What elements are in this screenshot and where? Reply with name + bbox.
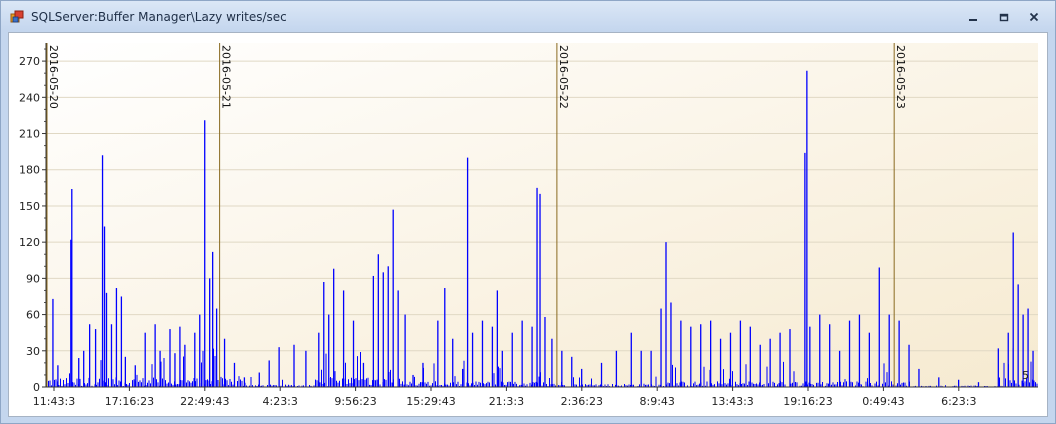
x-tick-label: 15:29:43 (406, 395, 455, 408)
chart-area: 2016-05-20 2016-05-21 2016-05-22 2016-05-23… (8, 32, 1048, 417)
day-marker-label: 2016-05-21 (220, 45, 233, 109)
x-tick-label: 11:43:3 (33, 395, 75, 408)
y-tick-label: 60 (26, 309, 40, 322)
lazy-writes-chart: 2016-05-20 2016-05-21 2016-05-22 2016-05-23… (19, 43, 1038, 408)
minimize-button[interactable] (962, 8, 984, 26)
x-tick-label: 21:3:3 (489, 395, 524, 408)
day-marker-label: 2016-05-22 (557, 45, 570, 109)
x-tick-label: 8:9:43 (639, 395, 674, 408)
x-tick-label: 0:49:43 (862, 395, 904, 408)
window-title: SQLServer:Buffer Manager\Lazy writes/sec (31, 10, 287, 24)
x-tick-label: 13:43:3 (711, 395, 753, 408)
x-axis: 11:43:3 17:16:23 22:49:43 4:23:3 9:56:23 15:2… (33, 386, 1038, 408)
minimize-icon (969, 19, 977, 21)
x-tick-label: 2:36:23 (561, 395, 603, 408)
app-icon (10, 10, 24, 23)
y-tick-label: 120 (19, 236, 40, 249)
x-tick-label: 17:16:23 (105, 395, 154, 408)
y-tick-label: 90 (26, 272, 40, 285)
x-tick-label: 6:23:3 (941, 395, 976, 408)
legend-fragment: 5 (1022, 369, 1029, 382)
close-icon (1029, 12, 1039, 22)
title-bar[interactable]: SQLServer:Buffer Manager\Lazy writes/sec (1, 1, 1055, 33)
y-tick-label: 150 (19, 200, 40, 213)
y-tick-label: 30 (26, 345, 40, 358)
restore-button[interactable] (993, 8, 1015, 26)
day-marker-label: 2016-05-20 (47, 45, 60, 109)
day-marker-label: 2016-05-23 (894, 45, 907, 109)
y-tick-label: 270 (19, 55, 40, 68)
x-tick-label: 22:49:43 (180, 395, 229, 408)
y-axis: 0 30 60 90 120 150 180 210 240 270 (19, 43, 47, 394)
x-tick-label: 19:16:23 (783, 395, 832, 408)
y-tick-label: 240 (19, 91, 40, 104)
y-tick-label: 0 (33, 381, 40, 394)
restore-icon (999, 13, 1009, 22)
y-tick-label: 210 (19, 128, 40, 141)
x-tick-label: 9:56:23 (334, 395, 376, 408)
y-tick-label: 180 (19, 164, 40, 177)
monitor-window: SQLServer:Buffer Manager\Lazy writes/sec (0, 0, 1056, 424)
close-button[interactable] (1023, 8, 1045, 26)
x-tick-label: 4:23:3 (262, 395, 297, 408)
